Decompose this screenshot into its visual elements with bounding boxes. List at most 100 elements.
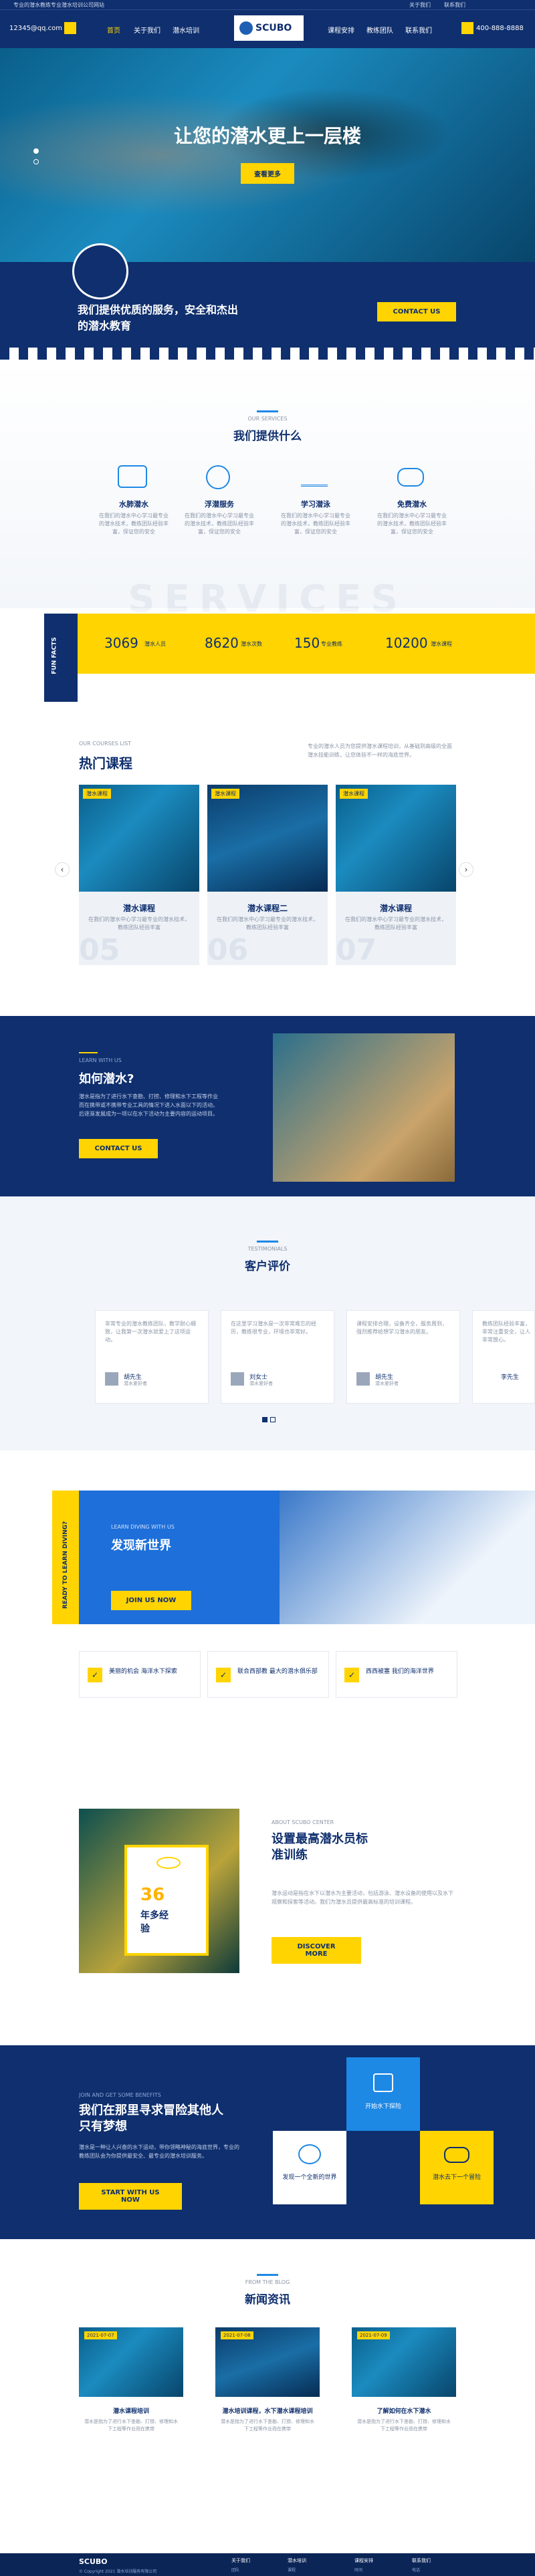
course-card[interactable]: 潜水课程 潜水课程 在我们的潜水中心学习最专业的潜水技术，教练团队经验丰富 07	[336, 785, 456, 967]
course-title: 潜水课程二	[247, 904, 288, 913]
avatar	[231, 1372, 244, 1386]
swim-icon	[301, 468, 328, 487]
about-section: 36 年多经验 ABOUT SCUBO CENTER 设置最高潜水员标准训练 潜…	[0, 1765, 535, 2045]
fact-label: 潜水人员	[144, 641, 166, 647]
news-item-desc: 潜水是指为了进行水下查勘、打捞、修理和水下工程等作业而在携带	[357, 2419, 451, 2432]
next-arrow-icon[interactable]: ›	[459, 862, 473, 877]
news-card[interactable]: 2021-07-07 潜水课程培训 潜水是指为了进行水下查勘、打捞、修理和水下工…	[79, 2327, 183, 2454]
nav-contact[interactable]: 联系我们	[405, 25, 432, 35]
testimonial-role: 潜水爱好者	[375, 1381, 399, 1386]
join-button[interactable]: JOIN US NOW	[111, 1591, 191, 1610]
phone-icon	[461, 22, 473, 34]
logo[interactable]: SCUBO	[234, 15, 304, 41]
slider-dot[interactable]	[262, 1417, 268, 1422]
nav-schedule[interactable]: 课程安排	[328, 25, 354, 35]
adventure-tile[interactable]: 发现一个全新的世界	[273, 2131, 346, 2204]
about-kicker: ABOUT SCUBO CENTER	[272, 1819, 334, 1825]
discover-more-button[interactable]: DISCOVER MORE	[272, 1937, 361, 1964]
hero-banner: 让您的潜水更上一层楼 查看更多	[0, 48, 535, 262]
learn-desc: 潜水是指为了进行水下查勘、打捞、修理和水下工程等作业而在携带或不携带专业工具的情…	[79, 1093, 218, 1117]
news-card[interactable]: 2021-07-09 了解如何在水下潜水 潜水是指为了进行水下查勘、打捞、修理和…	[352, 2327, 456, 2454]
top-link-contact[interactable]: 联系我们	[444, 1, 465, 9]
footer-col-head[interactable]: 课程安排	[354, 2557, 373, 2564]
learn-title: 如何潜水?	[79, 1072, 134, 1086]
start-button[interactable]: START WITH US NOW	[79, 2183, 182, 2210]
top-link-about[interactable]: 关于我们	[409, 1, 431, 9]
courses-title: 热门课程	[79, 755, 132, 771]
service-card[interactable]: 学习潜泳 在我们的潜水中心学习最专业的潜水技术，教练团队经验丰富，保证您的安全	[276, 465, 356, 559]
mask-icon	[298, 2144, 321, 2164]
fact-number: 3069	[104, 635, 138, 651]
slider-dot[interactable]	[33, 159, 39, 164]
snorkel-icon	[206, 465, 230, 489]
hero-button[interactable]: 查看更多	[241, 163, 294, 184]
top-bar: 专业的潜水教练专业潜水培训公司网站 关于我们 联系我们	[0, 0, 535, 9]
learn-section: LEARN WITH US 如何潜水? 潜水是指为了进行水下查勘、打捞、修理和水…	[0, 1016, 535, 1196]
learn-diver-image	[273, 1033, 455, 1182]
header-email[interactable]: 12345@qq.com	[9, 25, 62, 32]
footer-col-head[interactable]: 潜水培训	[288, 2557, 306, 2564]
testimonial-card: 教练团队经验丰富，非常注重安全，让人非常放心。 李先生	[472, 1310, 535, 1404]
learn-contact-button[interactable]: CONTACT US	[79, 1139, 158, 1158]
nav-about[interactable]: 关于我们	[134, 25, 160, 35]
footer-link[interactable]: 团队	[231, 2567, 239, 2573]
about-years-box: 36 年多经验	[124, 1845, 209, 1956]
footer-col-head[interactable]: 联系我们	[412, 2557, 431, 2564]
news-card[interactable]: 2021-07-08 潜水培训课程，水下潜水课程培训 潜水是指为了进行水下查勘、…	[215, 2327, 320, 2454]
hero-diver-image	[0, 48, 535, 262]
footer: SCUBO © Copyright 2021 潜水培训服务有限公司 关于我们 潜…	[0, 2553, 535, 2576]
service-desc: 在我们的潜水中心学习最专业的潜水技术，教练团队经验丰富，保证您的安全	[185, 513, 254, 535]
search-icon[interactable]	[64, 22, 76, 34]
testimonials-section: TESTIMONIALS 客户评价 非常专业的潜水教练团队，教学耐心细致，让我第…	[0, 1196, 535, 1450]
course-image	[207, 785, 328, 892]
service-card[interactable]: 浮潜服务 在我们的潜水中心学习最专业的潜水技术，教练团队经验丰富，保证您的安全	[179, 465, 259, 559]
facts-label-box: FUN FACTS	[44, 614, 78, 702]
course-card[interactable]: 潜水课程 潜水课程二 在我们的潜水中心学习最专业的潜水技术，教练团队经验丰富 0…	[207, 785, 328, 967]
cta-text: 我们提供优质的服务，安全和杰出的潜水教育	[78, 303, 239, 332]
about-desc: 潜水运动是指在水下以潜水为主要活动，包括游泳、潜水设备的使用以及水下观察和探索等…	[272, 1890, 453, 1905]
prev-arrow-icon[interactable]: ‹	[55, 862, 70, 877]
news-item-title: 潜水培训课程，水下潜水课程培训	[222, 2408, 313, 2415]
divers-icon	[373, 2073, 393, 2092]
feature-text: 西西被塞 我们的海洋世界	[366, 1668, 434, 1675]
services-title: 我们提供什么	[233, 430, 302, 443]
course-number: 07	[336, 933, 377, 967]
adventure-kicker: JOIN AND GET SOME BENEFITS	[79, 2092, 161, 2098]
logo-text: SCUBO	[255, 23, 292, 33]
feature-text: 联合西部教 最大的潜水俱乐部	[237, 1668, 318, 1675]
slider-dot[interactable]	[270, 1417, 276, 1422]
adventure-tile[interactable]: 潜水去下一个冒险	[420, 2131, 494, 2204]
fact-number: 8620	[205, 635, 239, 651]
course-desc: 在我们的潜水中心学习最专业的潜水技术，教练团队经验丰富	[88, 916, 190, 930]
service-card[interactable]: 免费潜水 在我们的潜水中心学习最专业的潜水技术，教练团队经验丰富，保证您的安全	[372, 465, 452, 559]
adventure-desc: 潜水是一种让人兴奋的水下运动，带你领略神秘的海底世界，专业的教练团队会为你提供最…	[79, 2144, 239, 2159]
footer-link[interactable]: 电话	[412, 2567, 420, 2573]
nav-team[interactable]: 教练团队	[366, 25, 393, 35]
nav-home[interactable]: 首页	[107, 25, 120, 35]
slider-dot[interactable]	[33, 148, 39, 154]
footer-link[interactable]: 课程	[288, 2567, 296, 2573]
wave-divider	[0, 348, 535, 360]
testimonials-title: 客户评价	[245, 1260, 290, 1273]
course-tag: 潜水课程	[340, 789, 368, 799]
cta-contact-button[interactable]: CONTACT US	[377, 302, 456, 321]
footer-link[interactable]: 时间	[354, 2567, 362, 2573]
discover-side-label: READY TO LEARN DIVING?	[62, 1521, 69, 1609]
footer-logo[interactable]: SCUBO	[79, 2557, 108, 2566]
nav-training[interactable]: 潜水培训	[173, 25, 199, 35]
service-title: 浮潜服务	[205, 500, 234, 509]
feature-text: 美丽的机会 海洋水下探索	[109, 1668, 177, 1675]
facts-bar: FUN FACTS 3069 潜水人员 8620 潜水次数 150 专业教练 1…	[44, 614, 535, 702]
divider-line	[79, 1052, 98, 1053]
adventure-tile[interactable]: 开始水下探险	[346, 2057, 420, 2131]
footer-col-head[interactable]: 关于我们	[231, 2557, 250, 2564]
testimonial-card: 非常专业的潜水教练团队，教学耐心细致，让我第一次潜水就爱上了这项运动。 胡先生 …	[95, 1310, 209, 1404]
course-card[interactable]: 潜水课程 潜水课程 在我们的潜水中心学习最专业的潜水技术，教练团队经验丰富 05	[79, 785, 199, 967]
courses-section: OUR COURSES LIST 热门课程 专业的潜水人员为您提供潜水课程培训，…	[0, 702, 535, 996]
discover-title: 发现新世界	[111, 1539, 171, 1553]
courses-intro: 专业的潜水人员为您提供潜水课程培训，从基础到高级的全面潜水技能训练，让您体验不一…	[308, 743, 452, 758]
header-phone[interactable]: 400-888-8888	[476, 25, 524, 32]
service-card[interactable]: 水肺潜水 在我们的潜水中心学习最专业的潜水技术，教练团队经验丰富，保证您的安全	[94, 465, 174, 559]
course-title: 潜水课程	[379, 904, 412, 913]
service-desc: 在我们的潜水中心学习最专业的潜水技术，教练团队经验丰富，保证您的安全	[99, 513, 169, 535]
